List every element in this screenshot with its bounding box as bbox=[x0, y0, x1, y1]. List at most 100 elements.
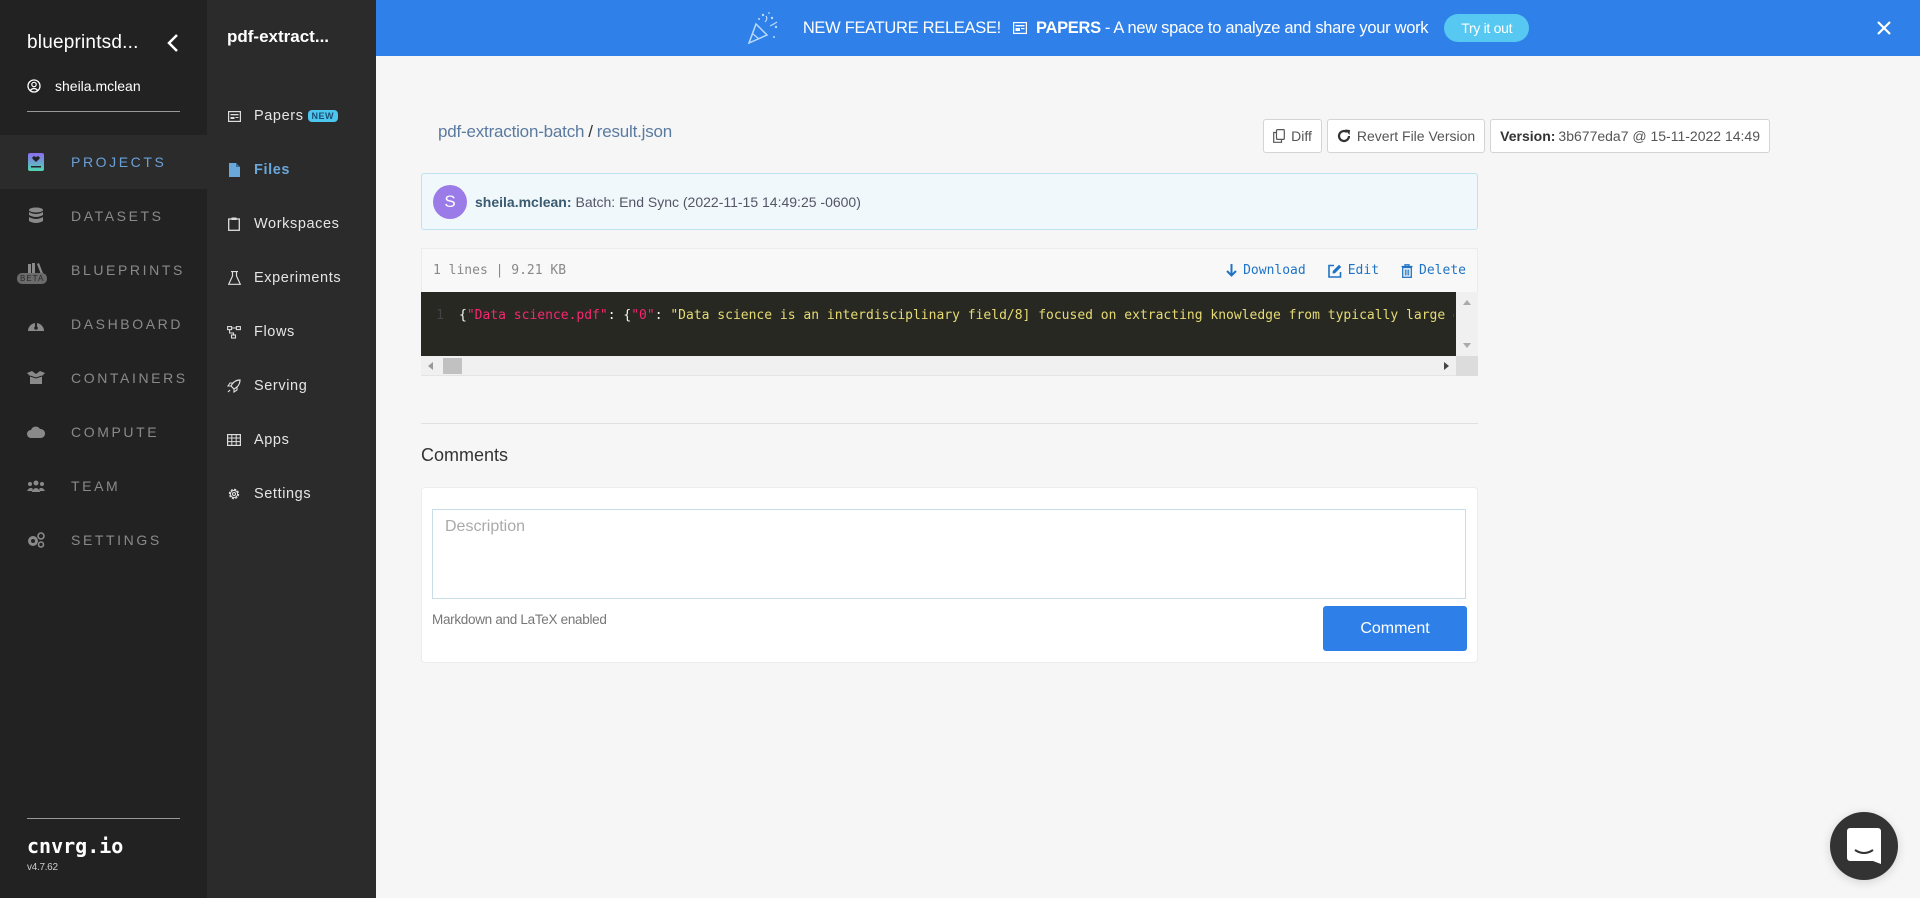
sidebar-item-datasets[interactable]: DATASETS bbox=[0, 189, 207, 243]
code-token: { bbox=[459, 308, 467, 323]
cloud-icon bbox=[27, 423, 45, 441]
file-header: 1 lines | 9.21 KB Download Edit Delete bbox=[421, 248, 1478, 292]
line-number: 1 bbox=[436, 308, 444, 323]
divider bbox=[27, 818, 180, 819]
project-nav: Papers NEW Files Workspaces Experiments bbox=[207, 89, 376, 521]
project-nav-label: Experiments bbox=[254, 270, 342, 286]
feature-banner: NEW FEATURE RELEASE! PAPERS - A new spac… bbox=[376, 0, 1920, 56]
sidebar-item-settings[interactable]: SETTINGS bbox=[0, 513, 207, 567]
chevron-left-icon bbox=[167, 34, 178, 52]
project-nav-papers[interactable]: Papers NEW bbox=[207, 89, 376, 143]
code-token: : { bbox=[607, 308, 632, 323]
org-name[interactable]: blueprintsd... bbox=[27, 32, 139, 54]
project-nav-apps[interactable]: Apps bbox=[207, 413, 376, 467]
refresh-icon bbox=[1337, 129, 1350, 143]
banner-description: - A new space to analyze and share your … bbox=[1104, 18, 1429, 37]
scroll-down-icon[interactable] bbox=[1463, 343, 1471, 348]
revert-file-version-button[interactable]: Revert File Version bbox=[1326, 119, 1486, 153]
sidebar-item-label: BLUEPRINTS bbox=[71, 262, 185, 278]
code-token: : bbox=[654, 308, 671, 323]
users-icon bbox=[27, 477, 45, 495]
sidebar-item-label: COMPUTE bbox=[71, 424, 160, 440]
project-nav-files[interactable]: Files bbox=[207, 143, 376, 197]
papers-icon bbox=[227, 109, 241, 123]
comment-input[interactable] bbox=[432, 509, 1466, 599]
collapse-sidebar-button[interactable] bbox=[164, 33, 182, 53]
file-actions: Download Edit Delete bbox=[1226, 263, 1466, 278]
flow-icon bbox=[227, 325, 241, 339]
comment-button[interactable]: Comment bbox=[1323, 606, 1467, 651]
project-nav-label: Serving bbox=[254, 378, 308, 394]
code-editor[interactable]: 1 {"Data science.pdf": {"0": "Data scienc… bbox=[421, 292, 1478, 356]
delete-button[interactable]: Delete bbox=[1401, 263, 1466, 278]
project-nav-workspaces[interactable]: Workspaces bbox=[207, 197, 376, 251]
project-nav-label: Papers bbox=[254, 108, 304, 124]
beta-badge: BETA bbox=[17, 273, 48, 284]
sidebar-item-projects[interactable]: PROJECTS bbox=[0, 135, 207, 189]
project-nav-serving[interactable]: Serving bbox=[207, 359, 376, 413]
code-token: "0" bbox=[631, 308, 655, 323]
username: sheila.mclean bbox=[55, 78, 141, 94]
project-nav-flows[interactable]: Flows bbox=[207, 305, 376, 359]
app-version: v4.7.62 bbox=[27, 862, 58, 873]
sidebar-item-containers[interactable]: CONTAINERS bbox=[0, 351, 207, 405]
project-nav-settings[interactable]: Settings bbox=[207, 467, 376, 521]
avatar: S bbox=[433, 184, 467, 219]
commit-user[interactable]: sheila.mclean: bbox=[475, 194, 572, 210]
gauge-icon bbox=[27, 315, 45, 333]
books-icon: BETA bbox=[17, 261, 48, 284]
party-popper-icon bbox=[747, 12, 778, 45]
sidebar-item-dashboard[interactable]: DASHBOARD bbox=[0, 297, 207, 351]
chat-icon bbox=[1847, 828, 1881, 864]
code-token: "Data science.pdf" bbox=[466, 308, 608, 323]
project-nav-label: Flows bbox=[254, 324, 295, 340]
file-viewer: 1 lines | 9.21 KB Download Edit Delete 1… bbox=[421, 248, 1478, 434]
project-nav-label: Workspaces bbox=[254, 216, 340, 232]
scroll-right-icon[interactable] bbox=[1444, 362, 1449, 370]
diff-label: Diff bbox=[1291, 128, 1312, 144]
sidebar-item-label: CONTAINERS bbox=[71, 370, 188, 386]
try-it-out-button[interactable]: Try it out bbox=[1444, 14, 1530, 42]
project-nav-label: Files bbox=[254, 162, 291, 178]
sidebar-item-blueprints[interactable]: BETA BLUEPRINTS bbox=[0, 243, 207, 297]
edit-icon bbox=[1327, 264, 1342, 278]
flask-icon bbox=[227, 271, 241, 285]
scroll-up-icon[interactable] bbox=[1463, 300, 1471, 305]
diff-button[interactable]: Diff bbox=[1263, 119, 1322, 153]
download-button[interactable]: Download bbox=[1226, 263, 1306, 278]
edit-label: Edit bbox=[1347, 263, 1380, 278]
sidebar-item-label: TEAM bbox=[71, 478, 121, 494]
version-selector[interactable]: Version: 3b677eda7 @ 15-11-2022 14:49 bbox=[1490, 119, 1770, 153]
copy-icon bbox=[1273, 129, 1286, 143]
section-divider bbox=[421, 423, 1478, 424]
project-nav-experiments[interactable]: Experiments bbox=[207, 251, 376, 305]
file-toolbar: Diff Revert File Version Version: 3b677e… bbox=[1263, 119, 1770, 153]
close-icon[interactable] bbox=[1873, 17, 1895, 39]
org-row: blueprintsd... bbox=[27, 32, 182, 54]
scroll-thumb[interactable] bbox=[443, 358, 462, 374]
horizontal-scrollbar[interactable] bbox=[421, 356, 1478, 376]
divider bbox=[27, 111, 180, 112]
vertical-scrollbar[interactable] bbox=[1456, 292, 1478, 356]
trash-icon bbox=[1401, 263, 1413, 278]
chat-launcher-button[interactable] bbox=[1830, 812, 1898, 880]
breadcrumb-separator: / bbox=[588, 122, 593, 141]
box-icon bbox=[27, 369, 45, 387]
rocket-icon bbox=[227, 379, 241, 393]
user-circle-icon bbox=[27, 79, 41, 93]
code-line: 1 {"Data science.pdf": {"0": "Data scienc… bbox=[421, 306, 1454, 326]
sidebar-item-team[interactable]: TEAM bbox=[0, 459, 207, 513]
file-meta: 1 lines | 9.21 KB bbox=[433, 263, 567, 278]
edit-button[interactable]: Edit bbox=[1327, 263, 1380, 278]
sidebar-item-compute[interactable]: COMPUTE bbox=[0, 405, 207, 459]
brand-logo: cnvrg.io bbox=[27, 834, 124, 858]
scroll-left-icon[interactable] bbox=[428, 362, 433, 370]
user-row[interactable]: sheila.mclean bbox=[27, 78, 141, 94]
gear-icon bbox=[227, 487, 241, 501]
papers-icon bbox=[1012, 22, 1027, 34]
primary-nav: PROJECTS DATASETS BETA BLUEPRINTS DASHBO… bbox=[0, 135, 207, 567]
delete-label: Delete bbox=[1419, 263, 1466, 278]
projects-icon bbox=[27, 153, 45, 171]
breadcrumb-project-link[interactable]: pdf-extraction-batch bbox=[438, 122, 584, 141]
breadcrumb-file-link[interactable]: result.json bbox=[597, 122, 672, 141]
